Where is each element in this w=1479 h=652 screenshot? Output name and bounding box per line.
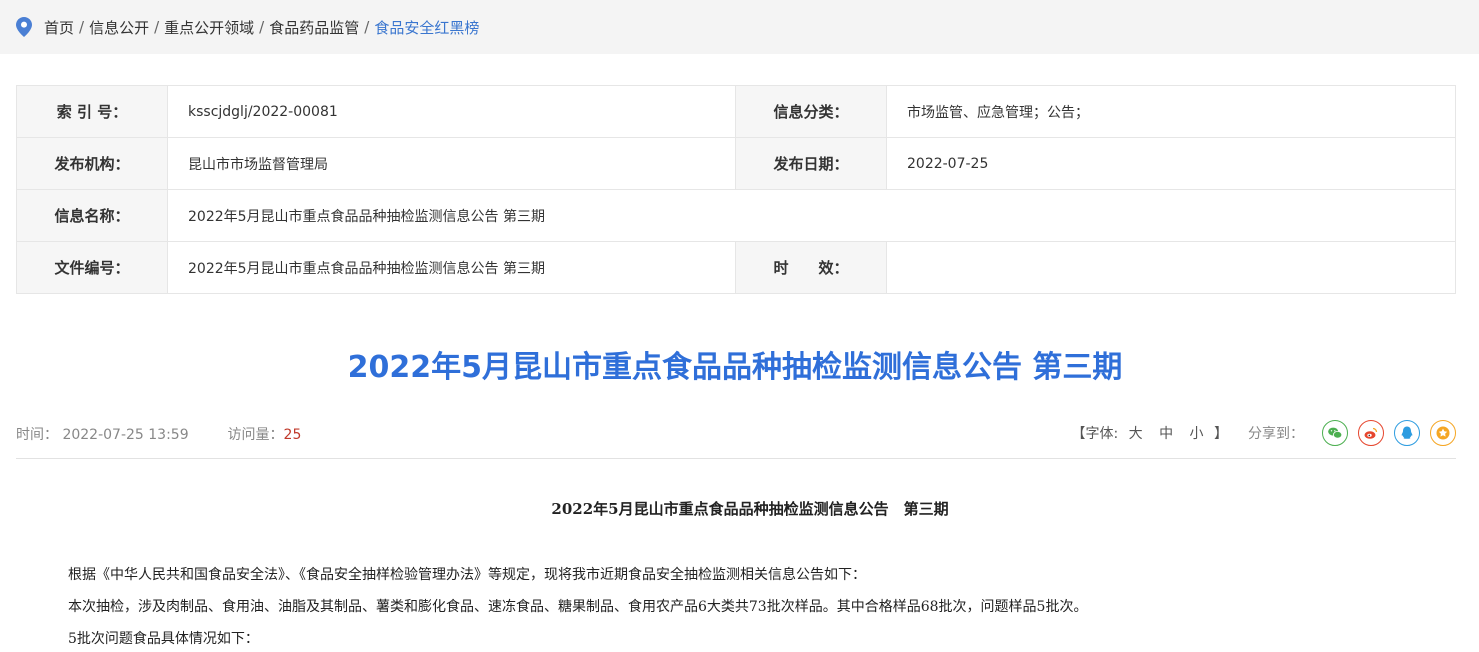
info-row: 索 引 号： ksscjdglj/2022-00081 信息分类： 市场监管、应…: [16, 85, 1456, 138]
publisher-label: 发布机构：: [16, 137, 168, 190]
info-row: 文件编号： 2022年5月昆山市重点食品品种抽检监测信息公告 第三期 时 效：: [16, 241, 1456, 294]
qq-icon: [1401, 426, 1413, 439]
index-label: 索 引 号：: [16, 85, 168, 138]
validity-value: [886, 241, 1456, 294]
time-value: 2022-07-25 13:59: [62, 427, 189, 443]
breadcrumb: 首页 / 信息公开 / 重点公开领域 / 食品药品监管 / 食品安全红黑榜: [0, 0, 1479, 54]
info-table: 索 引 号： ksscjdglj/2022-00081 信息分类： 市场监管、应…: [16, 85, 1456, 294]
time-label: 时间：: [16, 427, 58, 443]
font-medium-button[interactable]: 中: [1159, 426, 1173, 442]
font-small-button[interactable]: 小: [1190, 426, 1204, 442]
breadcrumb-info-disclosure[interactable]: 信息公开: [89, 17, 149, 38]
breadcrumb-separator: /: [259, 18, 265, 36]
date-value: 2022-07-25: [886, 137, 1456, 190]
share-qq-button[interactable]: [1394, 420, 1420, 446]
wechat-icon: [1328, 427, 1343, 439]
info-row: 信息名称： 2022年5月昆山市重点食品品种抽检监测信息公告 第三期: [16, 189, 1456, 242]
font-size-switcher: 【字体: 大 中 小 】: [1071, 423, 1228, 443]
info-row: 发布机构： 昆山市市场监督管理局 发布日期： 2022-07-25: [16, 137, 1456, 190]
breadcrumb-current[interactable]: 食品安全红黑榜: [374, 17, 479, 38]
share-weibo-button[interactable]: [1358, 420, 1384, 446]
article-meta-bar: 时间： 2022-07-25 13:59 访问量：25 【字体: 大 中 小 】…: [16, 418, 1456, 459]
visits-value: 25: [283, 427, 302, 443]
article-meta-left: 时间： 2022-07-25 13:59 访问量：25: [16, 424, 301, 444]
date-label: 发布日期：: [735, 137, 887, 190]
visits-label: 访问量：: [227, 427, 284, 443]
font-bracket-close: 】: [1214, 426, 1228, 442]
breadcrumb-food-drug[interactable]: 食品药品监管: [269, 17, 359, 38]
breadcrumb-separator: /: [154, 18, 160, 36]
docno-label: 文件编号：: [16, 241, 168, 294]
share-label: 分享到：: [1248, 426, 1304, 442]
index-value: ksscjdglj/2022-00081: [167, 85, 736, 138]
docno-value: 2022年5月昆山市重点食品品种抽检监测信息公告 第三期: [167, 241, 736, 294]
paragraph-summary: 本次抽检，涉及肉制品、食用油、油脂及其制品、薯类和膨化食品、速冻食品、糖果制品、…: [68, 599, 1088, 615]
article-title: 2022年5月昆山市重点食品品种抽检监测信息公告 第三期: [347, 350, 1123, 385]
share-wechat-button[interactable]: [1322, 420, 1348, 446]
paragraph-basis: 根据《中华人民共和国食品安全法》、《食品安全抽样检验管理办法》等规定，现将我市近…: [68, 567, 866, 583]
share-favorite-button[interactable]: [1430, 420, 1456, 446]
font-bracket-open: 【字体:: [1071, 426, 1119, 442]
breadcrumb-home[interactable]: 首页: [44, 17, 74, 38]
validity-label: 时 效：: [735, 241, 887, 294]
font-large-button[interactable]: 大: [1129, 426, 1143, 442]
breadcrumb-separator: /: [79, 18, 85, 36]
favorite-star-icon: [1436, 426, 1450, 440]
name-value: 2022年5月昆山市重点食品品种抽检监测信息公告 第三期: [167, 189, 1456, 242]
location-pin-icon: [16, 17, 32, 37]
paragraph-details-intro: 5批次问题食品具体情况如下：: [68, 631, 259, 647]
name-label: 信息名称：: [16, 189, 168, 242]
publisher-value: 昆山市市场监督管理局: [167, 137, 736, 190]
document-heading: 2022年5月昆山市重点食品品种抽检监测信息公告 第三期: [551, 500, 949, 518]
breadcrumb-key-areas[interactable]: 重点公开领域: [164, 17, 254, 38]
article-meta-right: 【字体: 大 中 小 】 分享到：: [1071, 418, 1456, 448]
category-label: 信息分类：: [735, 85, 887, 138]
breadcrumb-separator: /: [364, 18, 370, 36]
weibo-icon: [1364, 427, 1378, 439]
category-value: 市场监管、应急管理；公告；: [886, 85, 1456, 138]
